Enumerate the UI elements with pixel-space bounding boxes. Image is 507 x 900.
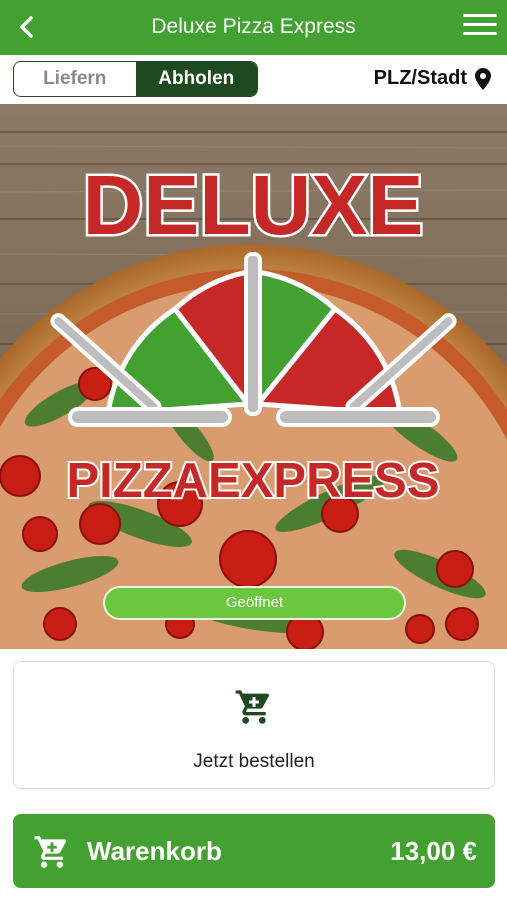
svg-text:DELUXE: DELUXE	[83, 158, 424, 252]
basket-button[interactable]: Warenkorb 13,00 €	[13, 814, 495, 888]
menu-button[interactable]	[463, 14, 497, 42]
page-title: Deluxe Pizza Express	[151, 15, 356, 38]
deliver-option[interactable]: Liefern	[14, 62, 136, 96]
hero-illustration: DELUXE PIZZAEXPRESS	[0, 104, 507, 649]
svg-text:PIZZAEXPRESS: PIZZAEXPRESS	[66, 454, 439, 508]
basket-total: 13,00 €	[390, 836, 477, 866]
order-now-label: Jetzt bestellen	[193, 751, 315, 772]
app-header: Deluxe Pizza Express	[0, 0, 507, 55]
cart-icon	[34, 836, 67, 868]
basket-label: Warenkorb	[87, 836, 222, 866]
location-selector[interactable]: PLZ/Stadt	[374, 67, 491, 90]
cart-icon	[235, 690, 270, 724]
map-pin-icon	[475, 67, 491, 90]
order-now-card[interactable]: Jetzt bestellen	[13, 661, 495, 789]
pickup-option[interactable]: Abholen	[135, 62, 257, 96]
hamburger-menu-icon	[463, 14, 497, 17]
order-mode-switch: Liefern Abholen	[13, 61, 258, 97]
opening-status-badge: Geöffnet	[103, 586, 406, 620]
location-label: PLZ/Stadt	[373, 67, 467, 89]
restaurant-hero-image: DELUXE PIZZAEXPRESS	[0, 104, 507, 649]
